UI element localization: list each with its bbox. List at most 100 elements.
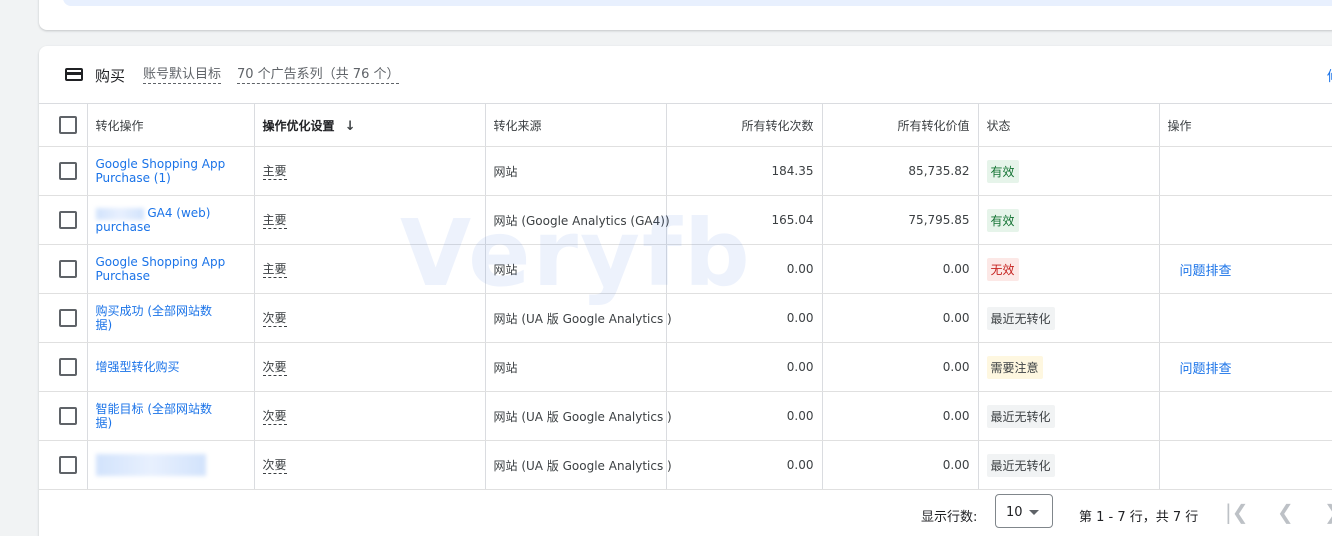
conversion-card: 购买 账号默认目标 70 个广告系列（共 76 个） 修 转化操作 操作优化设置 <box>39 46 1332 536</box>
col-action[interactable]: 转化操作 <box>87 103 255 147</box>
table-row[interactable]: Google Shopping App Purchase (1) 主要 网站 184.… <box>39 146 1332 196</box>
conversions-cell: 0.00 <box>666 293 823 343</box>
ops-cell <box>1159 293 1332 343</box>
status-badge: 最近无转化 <box>986 306 1055 330</box>
redacted-mark <box>95 454 206 476</box>
row-checkbox[interactable] <box>59 456 77 474</box>
rows-per-page-value: 10 <box>1006 505 1023 520</box>
col-all-value[interactable]: 所有转化价值 <box>822 103 979 147</box>
table-row[interactable]: 购买成功 (全部网站数据) 次要 网站 (UA 版 Google Analytics… <box>39 293 1332 343</box>
optimization-value[interactable]: 主要 <box>262 213 287 229</box>
table-header-row: 转化操作 操作优化设置 ↓ 转化来源 所有转化次数 所有转化价值 状态 操作 <box>39 103 1332 147</box>
conversion-name-cell: GA4 (web) purchase <box>87 195 255 245</box>
troubleshoot-link[interactable] <box>1168 409 1180 424</box>
status-cell: 最近无转化 <box>978 440 1160 490</box>
top-card <box>39 0 1332 30</box>
source-cell: 网站 (UA 版 Google Analytics ) <box>485 391 672 441</box>
status-badge: 无效 <box>986 257 1019 281</box>
value-cell: 75,795.85 <box>822 195 979 245</box>
conversion-name-cell <box>87 440 255 490</box>
rows-per-page-label: 显示行数: <box>921 510 978 525</box>
source-value: 网站 (Google Analytics (GA4)) <box>493 213 670 228</box>
row-checkbox[interactable] <box>59 309 77 327</box>
optimization-cell: 主要 <box>254 244 486 294</box>
source-cell: 网站 <box>485 342 667 392</box>
row-checkbox[interactable] <box>59 211 77 229</box>
optimization-value[interactable]: 主要 <box>262 262 287 278</box>
source-value: 网站 (UA 版 Google Analytics ) <box>493 311 672 326</box>
conversion-name-link[interactable]: 增强型转化购买 <box>96 360 226 374</box>
campaigns-link[interactable]: 70 个广告系列（共 76 个） <box>237 68 400 84</box>
optimization-cell: 次要 <box>254 440 486 490</box>
next-page-icon[interactable]: ❯ <box>1324 500 1332 524</box>
optimization-value[interactable]: 次要 <box>262 458 287 474</box>
status-badge: 有效 <box>986 208 1019 232</box>
ops-cell <box>1159 195 1332 245</box>
optimization-value[interactable]: 次要 <box>262 409 287 425</box>
account-goal-link[interactable]: 账号默认目标 <box>143 68 222 84</box>
status-cell: 有效 <box>978 146 1160 196</box>
conversion-table: 转化操作 操作优化设置 ↓ 转化来源 所有转化次数 所有转化价值 状态 操作 G… <box>39 103 1332 490</box>
table-row[interactable]: 次要 网站 (UA 版 Google Analytics ) 0.00 0.00 最近无… <box>39 440 1332 490</box>
row-checkbox-cell <box>39 342 88 392</box>
troubleshoot-link[interactable] <box>1168 311 1180 326</box>
table-row[interactable]: Google Shopping App Purchase 主要 网站 0.00 0.00… <box>39 244 1332 294</box>
page-info: 第 1 - 7 行，共 7 行 <box>1079 510 1199 525</box>
troubleshoot-link[interactable] <box>1168 458 1180 473</box>
conversion-name-link[interactable]: 购买成功 (全部网站数据) <box>96 304 226 332</box>
troubleshoot-link[interactable] <box>1168 164 1180 179</box>
conversion-name-link[interactable]: Google Shopping App Purchase (1) <box>96 157 226 185</box>
row-checkbox-cell <box>39 146 88 196</box>
col-all-conversions[interactable]: 所有转化次数 <box>666 103 823 147</box>
value-cell: 0.00 <box>822 244 979 294</box>
ops-cell: 问题排查 <box>1159 244 1332 294</box>
table-row[interactable]: 增强型转化购买 次要 网站 0.00 0.00 需要注意 问题排查 <box>39 342 1332 392</box>
table-row[interactable]: GA4 (web) purchase 主要 网站 (Google Analytics… <box>39 195 1332 245</box>
value-cell: 0.00 <box>822 293 979 343</box>
optimization-cell: 主要 <box>254 146 486 196</box>
table-row[interactable]: 智能目标 (全部网站数据) 次要 网站 (UA 版 Google Analytics… <box>39 391 1332 441</box>
conversion-name-cell: 增强型转化购买 <box>87 342 255 392</box>
col-ops: 操作 <box>1159 103 1332 147</box>
status-badge: 最近无转化 <box>986 404 1055 428</box>
status-cell: 有效 <box>978 195 1160 245</box>
status-cell: 需要注意 <box>978 342 1160 392</box>
col-optimization[interactable]: 操作优化设置 ↓ <box>254 103 486 147</box>
ops-cell <box>1159 146 1332 196</box>
troubleshoot-link[interactable]: 问题排查 <box>1168 362 1232 377</box>
optimization-value[interactable]: 主要 <box>262 164 287 180</box>
select-all-checkbox[interactable] <box>59 116 77 134</box>
source-value: 网站 <box>493 164 518 179</box>
row-checkbox[interactable] <box>59 162 77 180</box>
row-checkbox[interactable] <box>59 260 77 278</box>
edit-link[interactable]: 修 <box>1327 66 1332 86</box>
status-badge: 有效 <box>986 159 1019 183</box>
status-badge: 最近无转化 <box>986 453 1055 477</box>
row-checkbox-cell <box>39 244 88 294</box>
conversion-name-link[interactable]: Google Shopping App Purchase <box>96 255 226 283</box>
conversion-name-link[interactable]: 智能目标 (全部网站数据) <box>96 402 226 430</box>
source-cell: 网站 (Google Analytics (GA4)) <box>485 195 670 245</box>
troubleshoot-link[interactable]: 问题排查 <box>1168 264 1232 279</box>
first-page-icon[interactable]: |❮ <box>1225 500 1249 524</box>
optimization-value[interactable]: 次要 <box>262 360 287 376</box>
prev-page-icon[interactable]: ❮ <box>1277 500 1294 524</box>
rows-per-page-select[interactable]: 10 <box>995 494 1053 528</box>
troubleshoot-link[interactable] <box>1168 213 1180 228</box>
col-source[interactable]: 转化来源 <box>485 103 667 147</box>
conversions-cell: 0.00 <box>666 244 823 294</box>
source-cell: 网站 <box>485 146 667 196</box>
source-value: 网站 <box>493 262 518 277</box>
card-header: 购买 账号默认目标 70 个广告系列（共 76 个） 修 <box>39 46 1332 103</box>
source-cell: 网站 (UA 版 Google Analytics ) <box>485 440 672 490</box>
conversions-cell: 165.04 <box>666 195 823 245</box>
col-status[interactable]: 状态 <box>978 103 1160 147</box>
arrow-down-icon[interactable]: ↓ <box>345 119 356 134</box>
row-checkbox[interactable] <box>59 358 77 376</box>
conversions-cell: 0.00 <box>666 342 823 392</box>
value-cell: 0.00 <box>822 440 979 490</box>
source-cell: 网站 (UA 版 Google Analytics ) <box>485 293 672 343</box>
row-checkbox[interactable] <box>59 407 77 425</box>
optimization-value[interactable]: 次要 <box>262 311 287 327</box>
ops-cell <box>1159 440 1332 490</box>
